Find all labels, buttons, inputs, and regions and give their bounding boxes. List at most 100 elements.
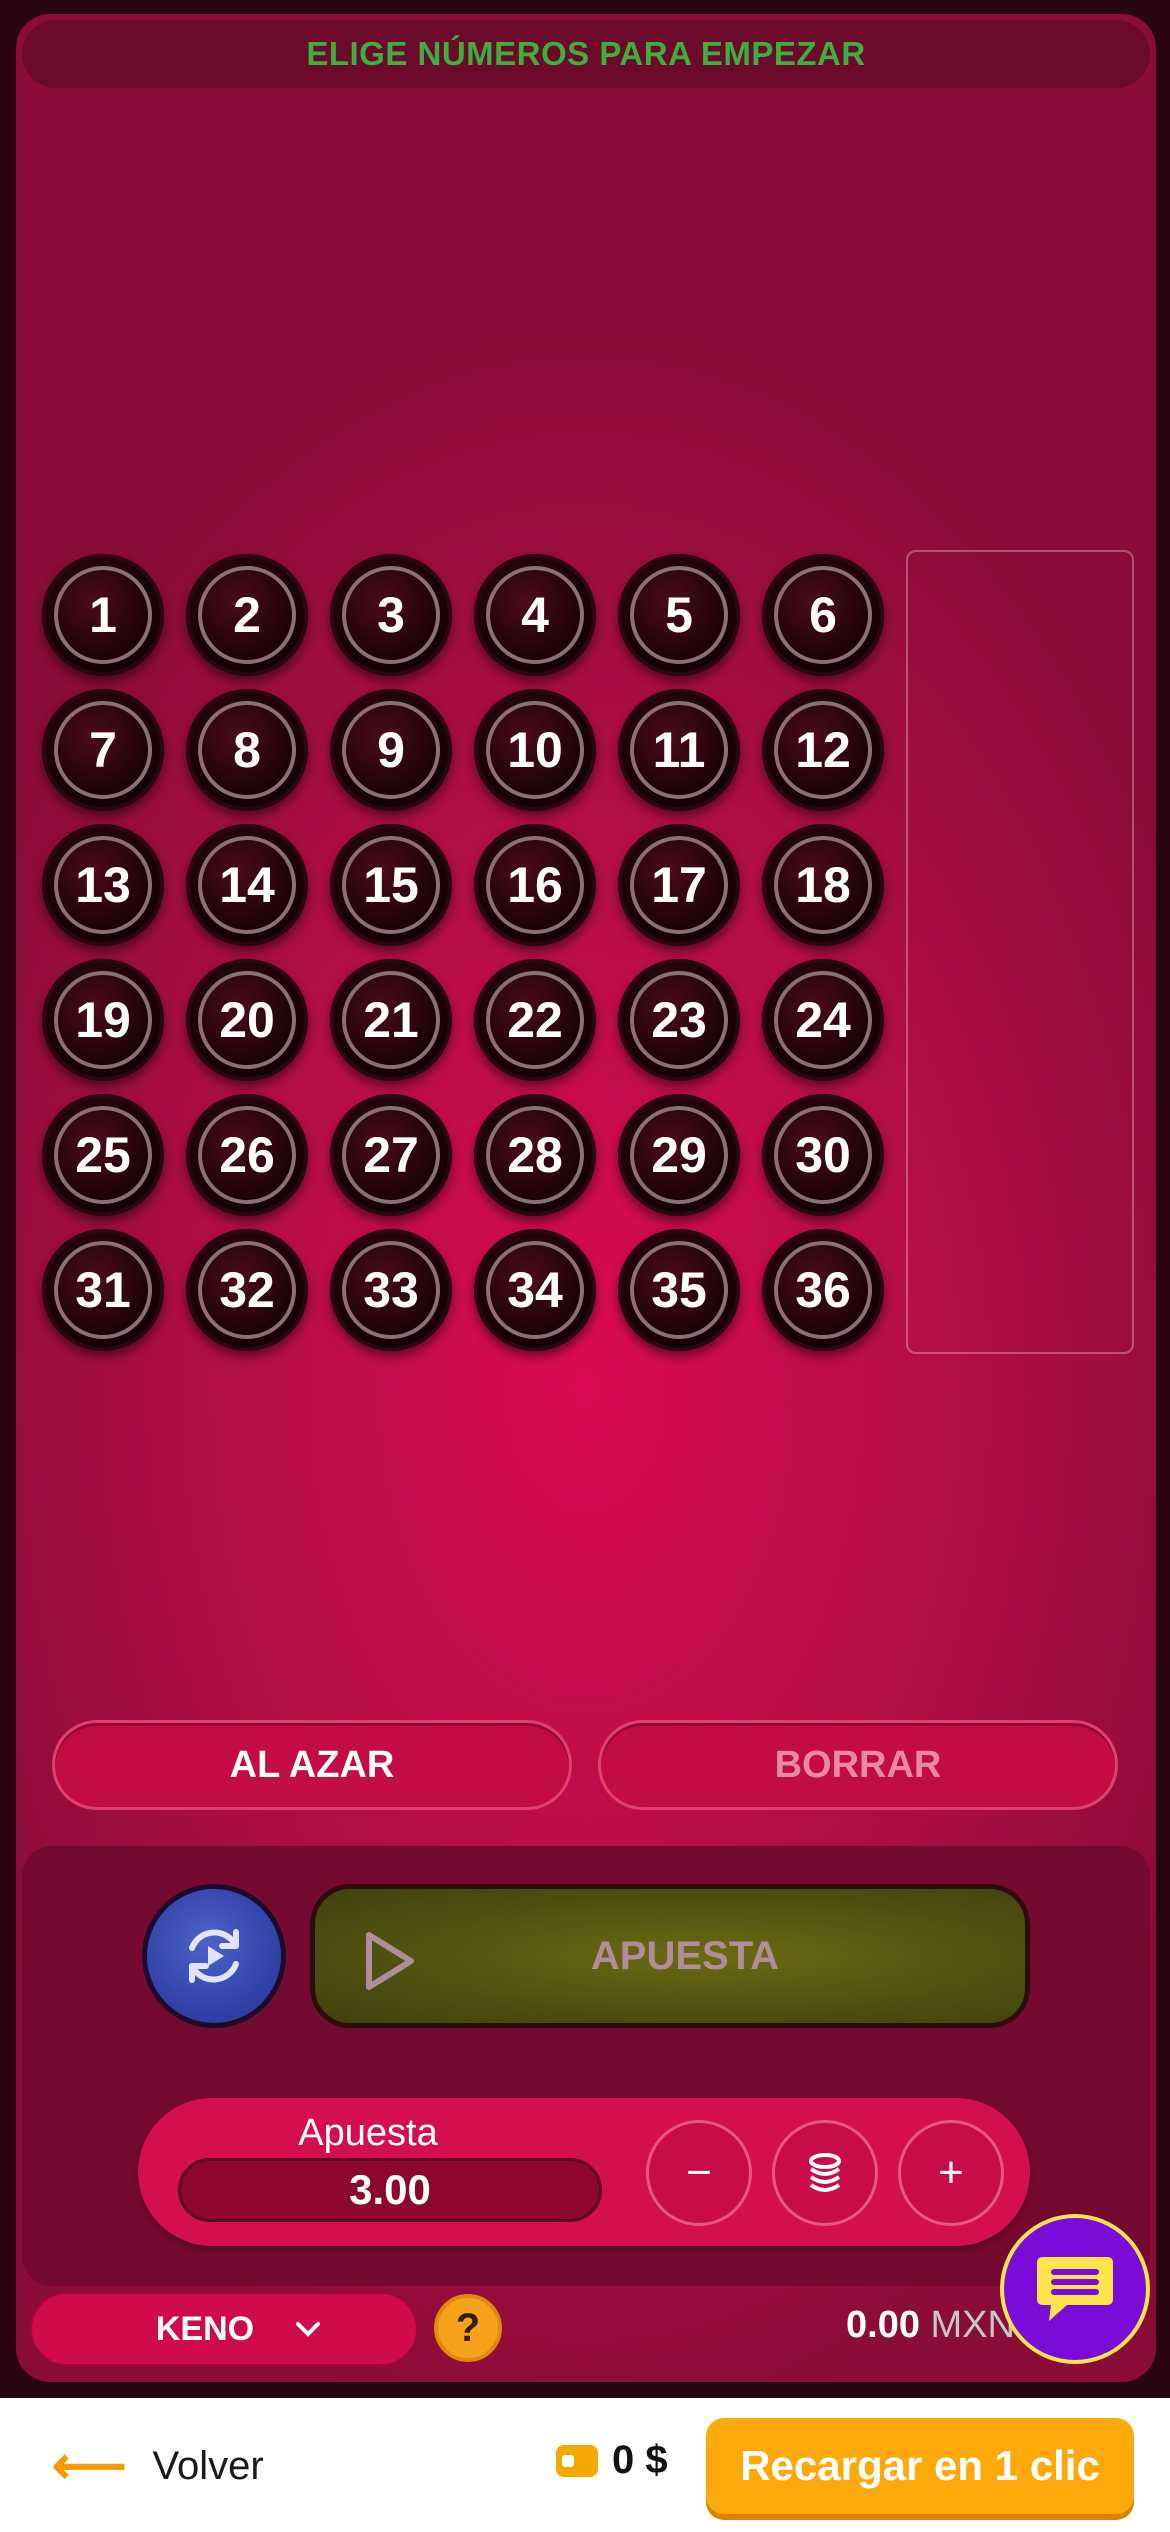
number-label: 10 — [507, 722, 563, 778]
number-label: 33 — [363, 1262, 419, 1318]
number-ball[interactable]: 25 — [42, 1094, 164, 1216]
number-ball[interactable]: 3 — [330, 554, 452, 676]
chat-button[interactable] — [1000, 2214, 1150, 2364]
back-arrow-icon: ⟵ — [52, 2437, 127, 2495]
number-label: 28 — [507, 1127, 563, 1183]
stake-box: Apuesta MXN 3.00 − + — [138, 2098, 1030, 2246]
place-bet-button[interactable]: APUESTA — [310, 1884, 1030, 2028]
number-grid: 1 2 3 4 5 6 7 8 9 10 11 12 13 14 15 16 17 18 19 20 21 22 23 24 2… — [42, 554, 922, 1374]
number-label: 26 — [219, 1127, 275, 1183]
instruction-banner: ELIGE NÚMEROS PARA EMPEZAR — [22, 20, 1150, 88]
clear-button[interactable]: BORRAR — [598, 1720, 1118, 1810]
number-ball[interactable]: 34 — [474, 1229, 596, 1351]
number-ball[interactable]: 15 — [330, 824, 452, 946]
balance-value: 0.00 — [846, 2304, 920, 2346]
number-ball[interactable]: 6 — [762, 554, 884, 676]
number-label: 32 — [219, 1262, 275, 1318]
number-label: 29 — [651, 1127, 707, 1183]
number-ball[interactable]: 8 — [186, 689, 308, 811]
recharge-button[interactable]: Recargar en 1 clic — [706, 2418, 1134, 2514]
number-ball[interactable]: 30 — [762, 1094, 884, 1216]
place-bet-label: APUESTA — [590, 1933, 780, 1978]
number-ball[interactable]: 28 — [474, 1094, 596, 1216]
number-ball[interactable]: 9 — [330, 689, 452, 811]
back-label: Volver — [152, 2443, 264, 2488]
number-ball[interactable]: 11 — [618, 689, 740, 811]
number-label: 15 — [363, 857, 419, 913]
number-label: 12 — [795, 722, 851, 778]
number-ball[interactable]: 18 — [762, 824, 884, 946]
number-ball[interactable]: 31 — [42, 1229, 164, 1351]
game-name: KENO — [155, 2309, 255, 2348]
number-ball[interactable]: 33 — [330, 1229, 452, 1351]
number-label: 5 — [665, 587, 693, 643]
number-label: 23 — [651, 992, 707, 1048]
number-label: 35 — [651, 1262, 707, 1318]
number-ball[interactable]: 5 — [618, 554, 740, 676]
number-ball[interactable]: 22 — [474, 959, 596, 1081]
number-ball[interactable]: 4 — [474, 554, 596, 676]
number-ball[interactable]: 10 — [474, 689, 596, 811]
decrease-stake-button[interactable]: − — [646, 2120, 752, 2226]
number-ball[interactable]: 23 — [618, 959, 740, 1081]
number-label: 2 — [233, 587, 261, 643]
number-label: 18 — [795, 857, 851, 913]
autoplay-icon — [189, 1929, 239, 1983]
number-label: 13 — [75, 857, 131, 913]
number-ball[interactable]: 12 — [762, 689, 884, 811]
number-label: 8 — [233, 722, 261, 778]
wallet-balance: 0 $ — [556, 2438, 668, 2483]
play-icon — [366, 1932, 414, 1990]
number-ball[interactable]: 1 — [42, 554, 164, 676]
number-ball[interactable]: 17 — [618, 824, 740, 946]
number-label: 20 — [219, 992, 275, 1048]
number-ball[interactable]: 20 — [186, 959, 308, 1081]
number-label: 6 — [809, 587, 837, 643]
number-label: 4 — [521, 587, 549, 643]
number-ball[interactable]: 32 — [186, 1229, 308, 1351]
chevron-down-icon — [296, 2322, 321, 2337]
number-ball[interactable]: 36 — [762, 1229, 884, 1351]
instruction-text: ELIGE NÚMEROS PARA EMPEZAR — [306, 35, 866, 72]
number-label: 34 — [507, 1262, 563, 1318]
random-pick-label: AL AZAR — [229, 1743, 395, 1786]
number-ball[interactable]: 14 — [186, 824, 308, 946]
back-button[interactable]: ⟵ Volver — [52, 2436, 264, 2496]
number-ball[interactable]: 29 — [618, 1094, 740, 1216]
wallet-icon — [556, 2444, 598, 2477]
number-label: 30 — [795, 1127, 851, 1183]
increase-stake-button[interactable]: + — [898, 2120, 1004, 2226]
number-label: 7 — [89, 722, 117, 778]
number-label: 22 — [507, 992, 563, 1048]
number-ball[interactable]: 7 — [42, 689, 164, 811]
keno-game: ELIGE NÚMEROS PARA EMPEZAR 1 2 3 4 5 6 7 8 9 10 11… — [16, 14, 1156, 2382]
number-ball[interactable]: 27 — [330, 1094, 452, 1216]
bet-controls: APUESTA Apuesta MXN 3.00 − + — [22, 1846, 1150, 2286]
game-selector[interactable]: KENO — [30, 2292, 418, 2366]
drawn-numbers-panel — [906, 550, 1134, 1354]
number-ball[interactable]: 19 — [42, 959, 164, 1081]
number-label: 21 — [363, 992, 419, 1048]
number-label: 14 — [219, 857, 275, 913]
stake-input[interactable]: 3.00 — [178, 2158, 602, 2222]
number-ball[interactable]: 21 — [330, 959, 452, 1081]
number-ball[interactable]: 24 — [762, 959, 884, 1081]
number-ball[interactable]: 35 — [618, 1229, 740, 1351]
number-ball[interactable]: 2 — [186, 554, 308, 676]
number-label: 11 — [652, 722, 706, 778]
number-ball[interactable]: 13 — [42, 824, 164, 946]
random-pick-button[interactable]: AL AZAR — [52, 1720, 572, 1810]
clear-label: BORRAR — [774, 1743, 942, 1786]
number-ball[interactable]: 16 — [474, 824, 596, 946]
balance-display: 0.00 MXN — [846, 2304, 1015, 2347]
number-ball[interactable]: 26 — [186, 1094, 308, 1216]
help-button[interactable]: ? — [434, 2294, 502, 2362]
autoplay-button[interactable] — [142, 1884, 286, 2028]
number-label: 16 — [507, 857, 563, 913]
number-label: 24 — [795, 992, 851, 1048]
number-label: 36 — [795, 1262, 851, 1318]
number-label: 1 — [89, 587, 117, 643]
number-label: 3 — [377, 587, 405, 643]
stake-presets-button[interactable] — [772, 2120, 878, 2226]
chat-icon — [1037, 2257, 1113, 2321]
